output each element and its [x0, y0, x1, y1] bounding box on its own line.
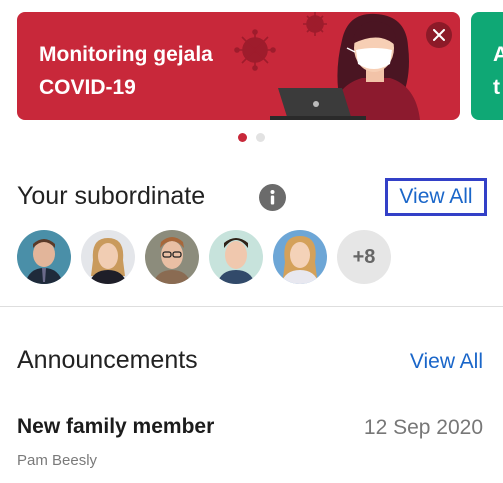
- next-banner-peek[interactable]: At: [471, 12, 503, 120]
- announcement-date: 12 Sep 2020: [363, 416, 483, 439]
- avatar[interactable]: [81, 230, 135, 284]
- section-divider: [0, 306, 503, 307]
- avatar[interactable]: [17, 230, 71, 284]
- avatar[interactable]: [209, 230, 263, 284]
- pagination-dot-active[interactable]: [238, 133, 247, 142]
- announcements-title: Announcements: [17, 346, 198, 374]
- subordinate-view-all-button[interactable]: View All: [385, 178, 487, 216]
- info-icon[interactable]: [259, 184, 286, 211]
- avatar[interactable]: [145, 230, 199, 284]
- subordinate-header: Your subordinate View All: [17, 178, 487, 218]
- close-icon: [433, 29, 445, 41]
- carousel-pagination: [0, 133, 503, 142]
- banner-carousel[interactable]: Monitoring gejala COVID-19 A t: [0, 0, 503, 150]
- announcement-author: Pam Beesly: [17, 452, 98, 469]
- pagination-dot[interactable]: [256, 133, 265, 142]
- announcements-view-all-link[interactable]: View All: [410, 350, 483, 374]
- next-banner-title: At: [493, 43, 503, 99]
- announcement-item[interactable]: New family member 12 Sep 2020 Pam Beesly: [17, 410, 483, 480]
- avatar[interactable]: [273, 230, 327, 284]
- banner-close-button[interactable]: [426, 22, 452, 48]
- announcement-title: New family member: [17, 415, 215, 438]
- subordinate-title: Your subordinate: [17, 182, 206, 210]
- covid-monitoring-banner[interactable]: Monitoring gejala COVID-19: [17, 12, 460, 120]
- masked-woman-laptop-illustration: [234, 12, 420, 120]
- subordinate-avatars: +8: [17, 230, 391, 286]
- banner-title: Monitoring gejala COVID-19: [39, 43, 213, 99]
- more-subordinates-badge[interactable]: +8: [337, 230, 391, 284]
